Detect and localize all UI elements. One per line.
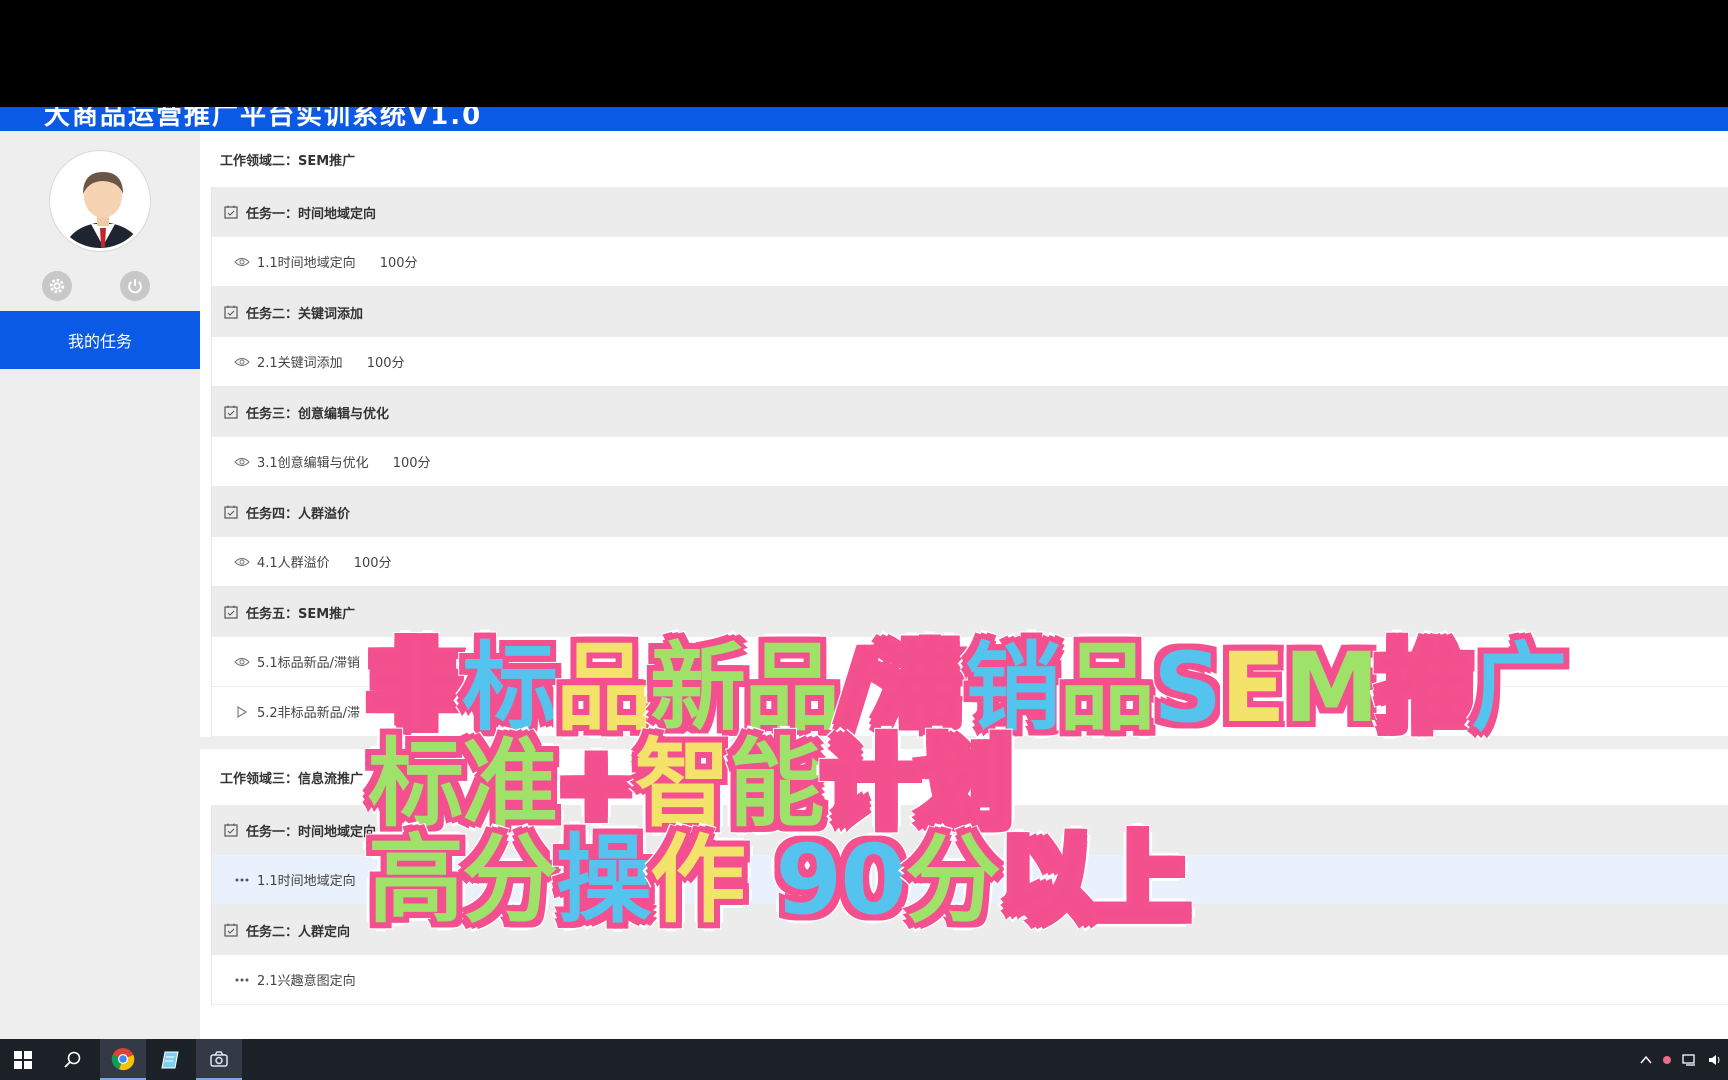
task-title: 任务三：创意编辑与优化 [246,406,390,422]
eye-icon [234,254,250,270]
volume-icon[interactable] [1708,1053,1722,1067]
work-area-card: 任务一：时间地域定向 1.1时间地域定向 100分 任务二：关键词添加 2.1关… [211,187,1728,737]
app-title: 大商品运营推广平台实训系统V1.0 [44,107,483,131]
eye-icon [234,554,250,570]
avatar[interactable] [50,151,150,251]
calendar-check-icon [224,605,238,619]
subtask-label: 4.1人群溢价 [257,556,330,571]
task-title: 任务四：人群溢价 [246,506,351,522]
search-icon [64,1051,81,1068]
taskbar-chrome[interactable] [100,1039,146,1080]
task-content: 工作领域二：SEM推广 任务一：时间地域定向 1.1时间地域定向 100分 任务… [200,131,1728,1039]
record-indicator-icon [1663,1055,1671,1064]
subtask-score: 100分 [379,256,418,271]
work-area-title: 工作领域二：SEM推广 [220,153,356,169]
calendar-check-icon [224,405,238,419]
calendar-check-icon [224,205,238,219]
user-avatar-icon [53,154,147,248]
task-title: 任务二：关键词添加 [246,306,364,322]
more-dots-icon [234,872,250,888]
taskbar-capture-app[interactable] [196,1039,242,1080]
work-area-card: 任务一：时间地域定向 1.1时间地域定向 任务二：人群定向 2.1兴趣意图定向 [211,805,1728,1005]
network-icon[interactable] [1682,1053,1698,1067]
windows-taskbar [0,1039,1728,1080]
subtask-label: 3.1创意编辑与优化 [257,456,369,471]
subtask-row[interactable]: 5.1标品新品/滞销 [212,637,1728,687]
subtask-row[interactable]: 2.1关键词添加 100分 [212,337,1728,387]
task-header: 任务三：创意编辑与优化 [212,387,1728,437]
subtask-row[interactable]: 4.1人群溢价 100分 [212,537,1728,587]
subtask-row[interactable]: 1.1时间地域定向 100分 [212,237,1728,287]
task-title: 任务五：SEM推广 [246,606,356,622]
subtask-label: 5.2非标品新品/滞 [257,706,361,721]
subtask-label: 1.1时间地域定向 [257,874,356,889]
subtask-label: 5.1标品新品/滞销 [257,656,361,671]
calendar-check-icon [224,305,238,319]
task-header: 任务五：SEM推广 [212,587,1728,637]
logout-button[interactable] [120,271,150,301]
task-header: 任务一：时间地域定向 [212,805,1728,855]
more-dots-icon [234,972,250,988]
subtask-label: 1.1时间地域定向 [257,256,356,271]
task-title: 任务一：时间地域定向 [246,206,377,222]
subtask-row[interactable]: 5.2非标品新品/滞 [212,687,1728,737]
calendar-check-icon [224,923,238,937]
task-header: 任务二：关键词添加 [212,287,1728,337]
taskbar-search-button[interactable] [50,1039,96,1080]
task-title: 任务一：时间地域定向 [246,824,377,840]
letterbox-top [0,0,1728,107]
subtask-row[interactable]: 1.1时间地域定向 [212,855,1728,905]
subtask-label: 2.1兴趣意图定向 [257,974,356,989]
eye-icon [234,454,250,470]
work-area-title: 工作领域三：信息流推广 [220,771,364,787]
task-header: 任务一：时间地域定向 [212,187,1728,237]
nav-my-tasks[interactable]: 我的任务 [0,311,200,369]
task-header: 任务二：人群定向 [212,905,1728,955]
area-divider [200,737,1728,749]
subtask-score: 100分 [392,456,431,471]
subtask-row[interactable]: 3.1创意编辑与优化 100分 [212,437,1728,487]
taskbar-notes-app[interactable] [148,1039,194,1080]
system-tray [1640,1039,1722,1080]
app-header: 大商品运营推广平台实训系统V1.0 [0,107,1728,131]
camera-app-icon [210,1050,228,1067]
task-title: 任务二：人群定向 [246,924,351,940]
chrome-icon [111,1047,135,1070]
calendar-check-icon [224,823,238,837]
subtask-row[interactable]: 2.1兴趣意图定向 [212,955,1728,1005]
notepad-icon [161,1051,179,1068]
start-button[interactable] [0,1039,46,1080]
subtask-score: 100分 [353,556,392,571]
chevron-up-icon[interactable] [1640,1055,1652,1065]
eye-icon [234,354,250,370]
play-icon [234,704,250,720]
calendar-check-icon [224,505,238,519]
settings-button[interactable] [42,271,72,301]
sidebar: 我的任务 [0,131,200,1039]
windows-logo-icon [14,1050,32,1069]
task-header: 任务四：人群溢价 [212,487,1728,537]
power-icon [128,279,142,294]
subtask-score: 100分 [366,356,405,371]
app-body: 我的任务 工作领域二：SEM推广 任务一：时间地域定向 1.1时间地域定向 10… [0,131,1728,1039]
subtask-label: 2.1关键词添加 [257,356,343,371]
eye-icon [234,654,250,670]
gear-icon [49,278,65,294]
